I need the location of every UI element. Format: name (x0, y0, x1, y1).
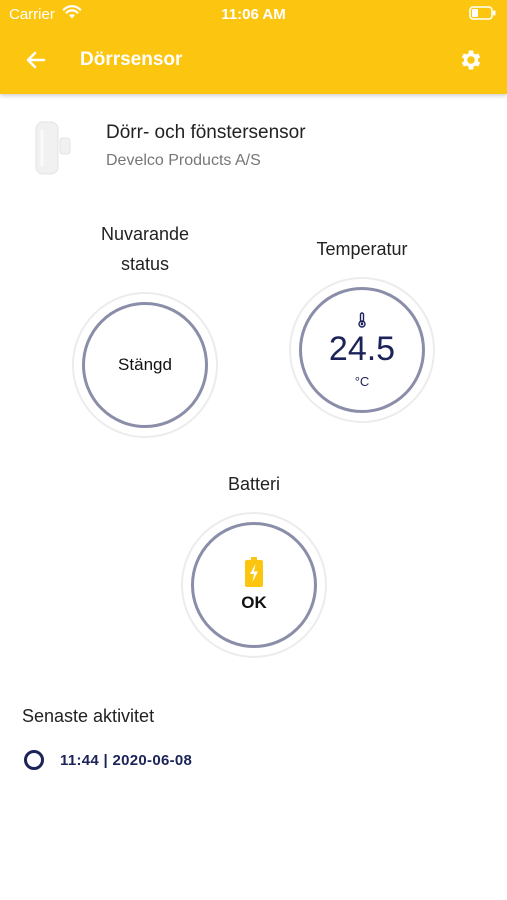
activity-title: Senaste aktivitet (22, 706, 155, 726)
arrow-left-icon (26, 51, 46, 69)
battery-charging-icon (245, 557, 263, 587)
temperature-tile[interactable]: 24.5 °C (289, 277, 435, 423)
device-manufacturer: Develco Products A/S (106, 152, 261, 169)
status-clock: 11:06 AM (221, 6, 286, 23)
temperature-unit: °C (354, 373, 370, 389)
temperature-ring: 24.5 °C (299, 287, 425, 413)
settings-button[interactable] (453, 42, 489, 78)
status-tile-label: Nuvarande status (100, 224, 190, 274)
activity-item[interactable]: 11:44 | 2020-06-08 (24, 750, 192, 770)
battery-tile-label: Batteri (227, 474, 281, 494)
battery-tile[interactable]: OK (181, 512, 327, 658)
temperature-value: 24.5 (328, 329, 396, 368)
status-ring: Stängd (82, 302, 208, 428)
activity-dot-icon (24, 750, 44, 770)
device-image (30, 120, 74, 176)
status-tile[interactable]: Stängd (72, 292, 218, 438)
device-name: Dörr- och fönstersensor (106, 122, 306, 143)
activity-timestamp: 11:44 | 2020-06-08 (60, 751, 193, 769)
back-button[interactable] (18, 42, 54, 78)
battery-value: OK (241, 593, 267, 612)
nav-bar: Dörrsensor (0, 28, 507, 94)
gear-icon (461, 50, 481, 70)
temperature-tile-label: Temperatur (316, 239, 408, 259)
page-title: Dörrsensor (80, 49, 183, 70)
battery-ring: OK (191, 522, 317, 648)
app-header: Carrier 11:06 AM Dörrsensor (0, 0, 507, 94)
status-value: Stängd (118, 355, 172, 374)
battery-status-icon (469, 6, 497, 24)
status-bar: Carrier 11:06 AM (0, 0, 507, 28)
thermometer-icon (358, 311, 366, 328)
